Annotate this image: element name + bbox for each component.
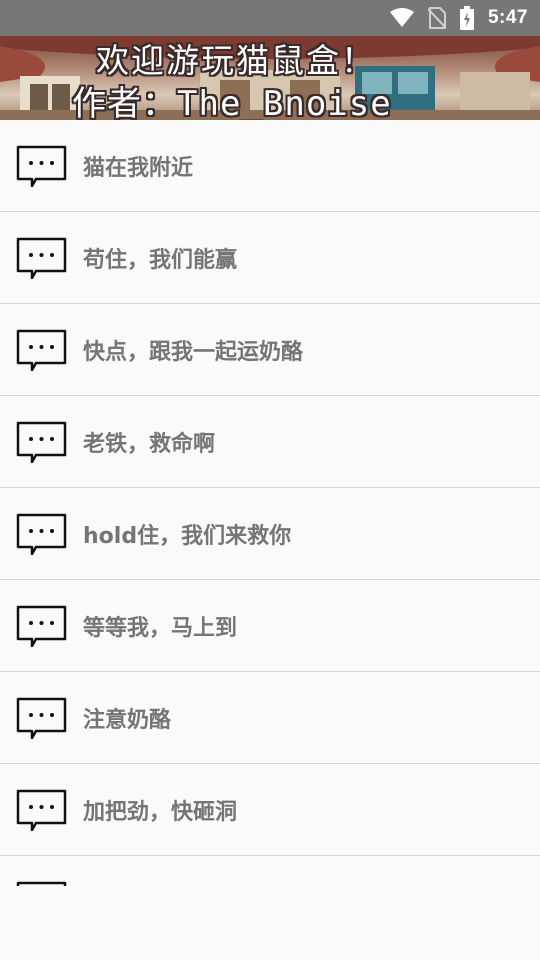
list-item[interactable]: 快点，跟我一起运奶酪	[0, 304, 540, 396]
chat-bubble-icon	[16, 605, 68, 647]
status-time: 5:47	[487, 7, 528, 28]
list-item-label: 老铁，救命啊	[83, 431, 216, 457]
banner-author-text: 作者：The_Bnoise	[72, 84, 392, 120]
list-item[interactable]: 苟住，我们能赢	[0, 212, 540, 304]
chat-bubble-icon	[16, 421, 68, 463]
list-item[interactable]: 加把劲，快砸洞	[0, 764, 540, 856]
chat-bubble-icon	[16, 881, 68, 886]
list-item-label: 快点，跟我一起运奶酪	[83, 339, 304, 365]
chat-bubble-icon	[16, 789, 68, 831]
list-item[interactable]: 注意奶酪	[0, 672, 540, 764]
chat-bubble-icon	[16, 237, 68, 279]
list-item[interactable]: 老铁，救命啊	[0, 396, 540, 488]
list-item-label: 猫在我附近	[83, 155, 194, 181]
list-item-label: 注意奶酪	[83, 707, 172, 733]
wifi-icon	[389, 8, 414, 28]
list-item-label: hold住，我们来救你	[83, 523, 292, 549]
header-banner: 欢迎游玩猫鼠盒！ 作者：The_Bnoise	[0, 36, 540, 120]
list-item-label: 等等我，马上到	[83, 615, 238, 641]
status-bar: 5:47	[0, 0, 540, 36]
list-item-label: 苟住，我们能赢	[83, 247, 238, 273]
chat-bubble-icon	[16, 513, 68, 555]
list-item[interactable]: 猫在我附近	[0, 120, 540, 212]
quick-message-list: 猫在我附近 苟住，我们能赢 快点，跟我一起运奶酪 老铁，救命啊 hold住，我们…	[0, 120, 540, 886]
chat-bubble-icon	[16, 697, 68, 739]
no-sim-icon	[427, 7, 446, 29]
list-item-label: 加把劲，快砸洞	[83, 799, 238, 825]
list-item[interactable]: hold住，我们来救你	[0, 488, 540, 580]
list-item[interactable]	[0, 856, 540, 886]
chat-bubble-icon	[16, 329, 68, 371]
chat-bubble-icon	[16, 145, 68, 187]
list-item[interactable]: 等等我，马上到	[0, 580, 540, 672]
battery-charging-icon	[459, 6, 474, 30]
